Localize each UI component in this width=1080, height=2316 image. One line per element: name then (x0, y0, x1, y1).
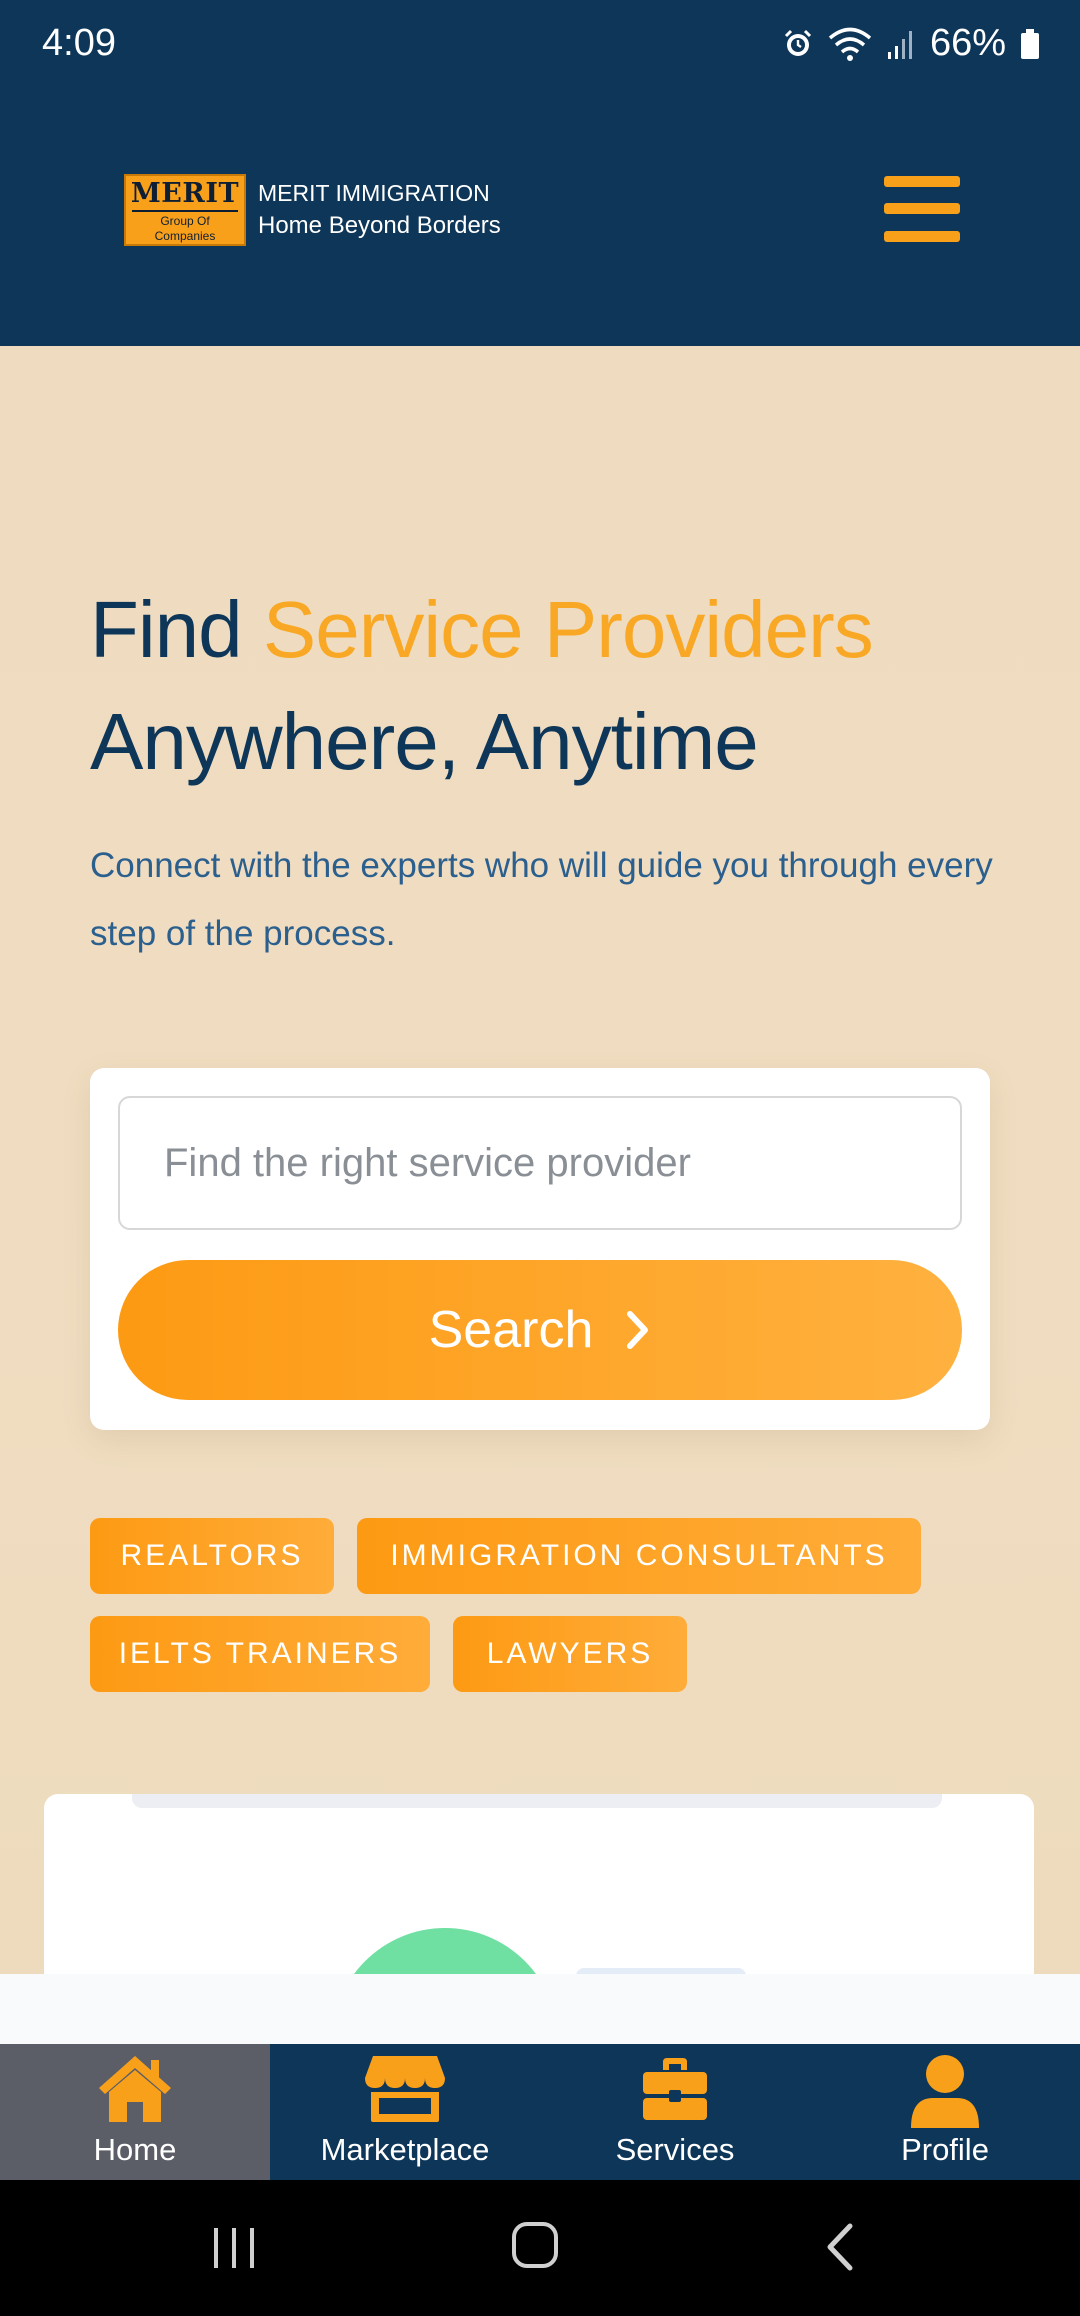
store-icon (365, 2056, 445, 2122)
nav-label-marketplace: Marketplace (320, 2132, 490, 2167)
nav-label-home: Home (93, 2132, 177, 2167)
recent-apps-icon[interactable] (212, 2216, 258, 2278)
logo-divider (132, 210, 238, 212)
nav-label-profile: Profile (901, 2132, 989, 2167)
merit-logo[interactable]: MERIT Group Of Companies (124, 174, 246, 246)
nav-label-services: Services (615, 2132, 735, 2167)
content-strip (0, 1974, 1080, 2044)
home-button-icon[interactable] (508, 2216, 572, 2278)
battery-percent: 66% (929, 22, 1006, 64)
hamburger-menu-icon[interactable] (884, 176, 960, 242)
signal-icon (887, 30, 912, 59)
search-input[interactable] (118, 1096, 962, 1230)
system-nav-bar (0, 2180, 1080, 2316)
nav-home[interactable]: Home (0, 2044, 270, 2180)
hero-title-part1: Find (90, 585, 263, 674)
hero-title-accent: Service Providers (262, 585, 874, 674)
app-header: MERIT Group Of Companies MERIT IMMIGRATI… (0, 96, 1080, 346)
briefcase-icon (643, 2058, 707, 2120)
bottom-nav: Home Marketplace Services Profile (0, 2044, 1080, 2180)
chip-lawyers[interactable]: LAWYERS (453, 1616, 687, 1692)
logo-subtitle-2: Companies (154, 229, 216, 243)
battery-icon (1021, 28, 1039, 59)
search-button-label: Search (428, 1301, 594, 1359)
hero-section: Find Service Providers Anywhere, Anytime… (0, 346, 1080, 2054)
nav-marketplace[interactable]: Marketplace (270, 2044, 540, 2180)
chip-ielts-trainers[interactable]: IELTS TRAINERS (90, 1616, 430, 1692)
search-card: Search (90, 1068, 990, 1430)
brand-name: MERIT IMMIGRATION (258, 180, 490, 206)
alarm-icon (784, 29, 811, 56)
search-button[interactable]: Search (118, 1260, 962, 1400)
wifi-icon (828, 27, 872, 61)
brand-tagline: Home Beyond Borders (258, 212, 501, 239)
chevron-right-icon (627, 1311, 649, 1349)
hero-description: Connect with the experts who will guide … (90, 846, 993, 953)
logo-title: MERIT (130, 178, 240, 209)
status-icons: 66% (782, 22, 1040, 65)
chip-immigration-consultants[interactable]: IMMIGRATION CONSULTANTS (357, 1518, 921, 1594)
home-icon (99, 2056, 171, 2122)
hero-title: Find Service Providers Anywhere, Anytime (90, 574, 1050, 798)
nav-services[interactable]: Services (540, 2044, 810, 2180)
nav-profile[interactable]: Profile (810, 2044, 1080, 2180)
hero-title-part2: Anywhere, Anytime (90, 697, 759, 786)
chip-realtors[interactable]: REALTORS (90, 1518, 334, 1594)
preview-top-bar (132, 1794, 942, 1808)
logo-subtitle-1: Group Of (160, 214, 210, 228)
status-time: 4:09 (42, 22, 116, 64)
user-icon (911, 2055, 979, 2128)
back-icon[interactable] (820, 2216, 860, 2278)
status-bar: 4:09 66% (0, 0, 1080, 96)
